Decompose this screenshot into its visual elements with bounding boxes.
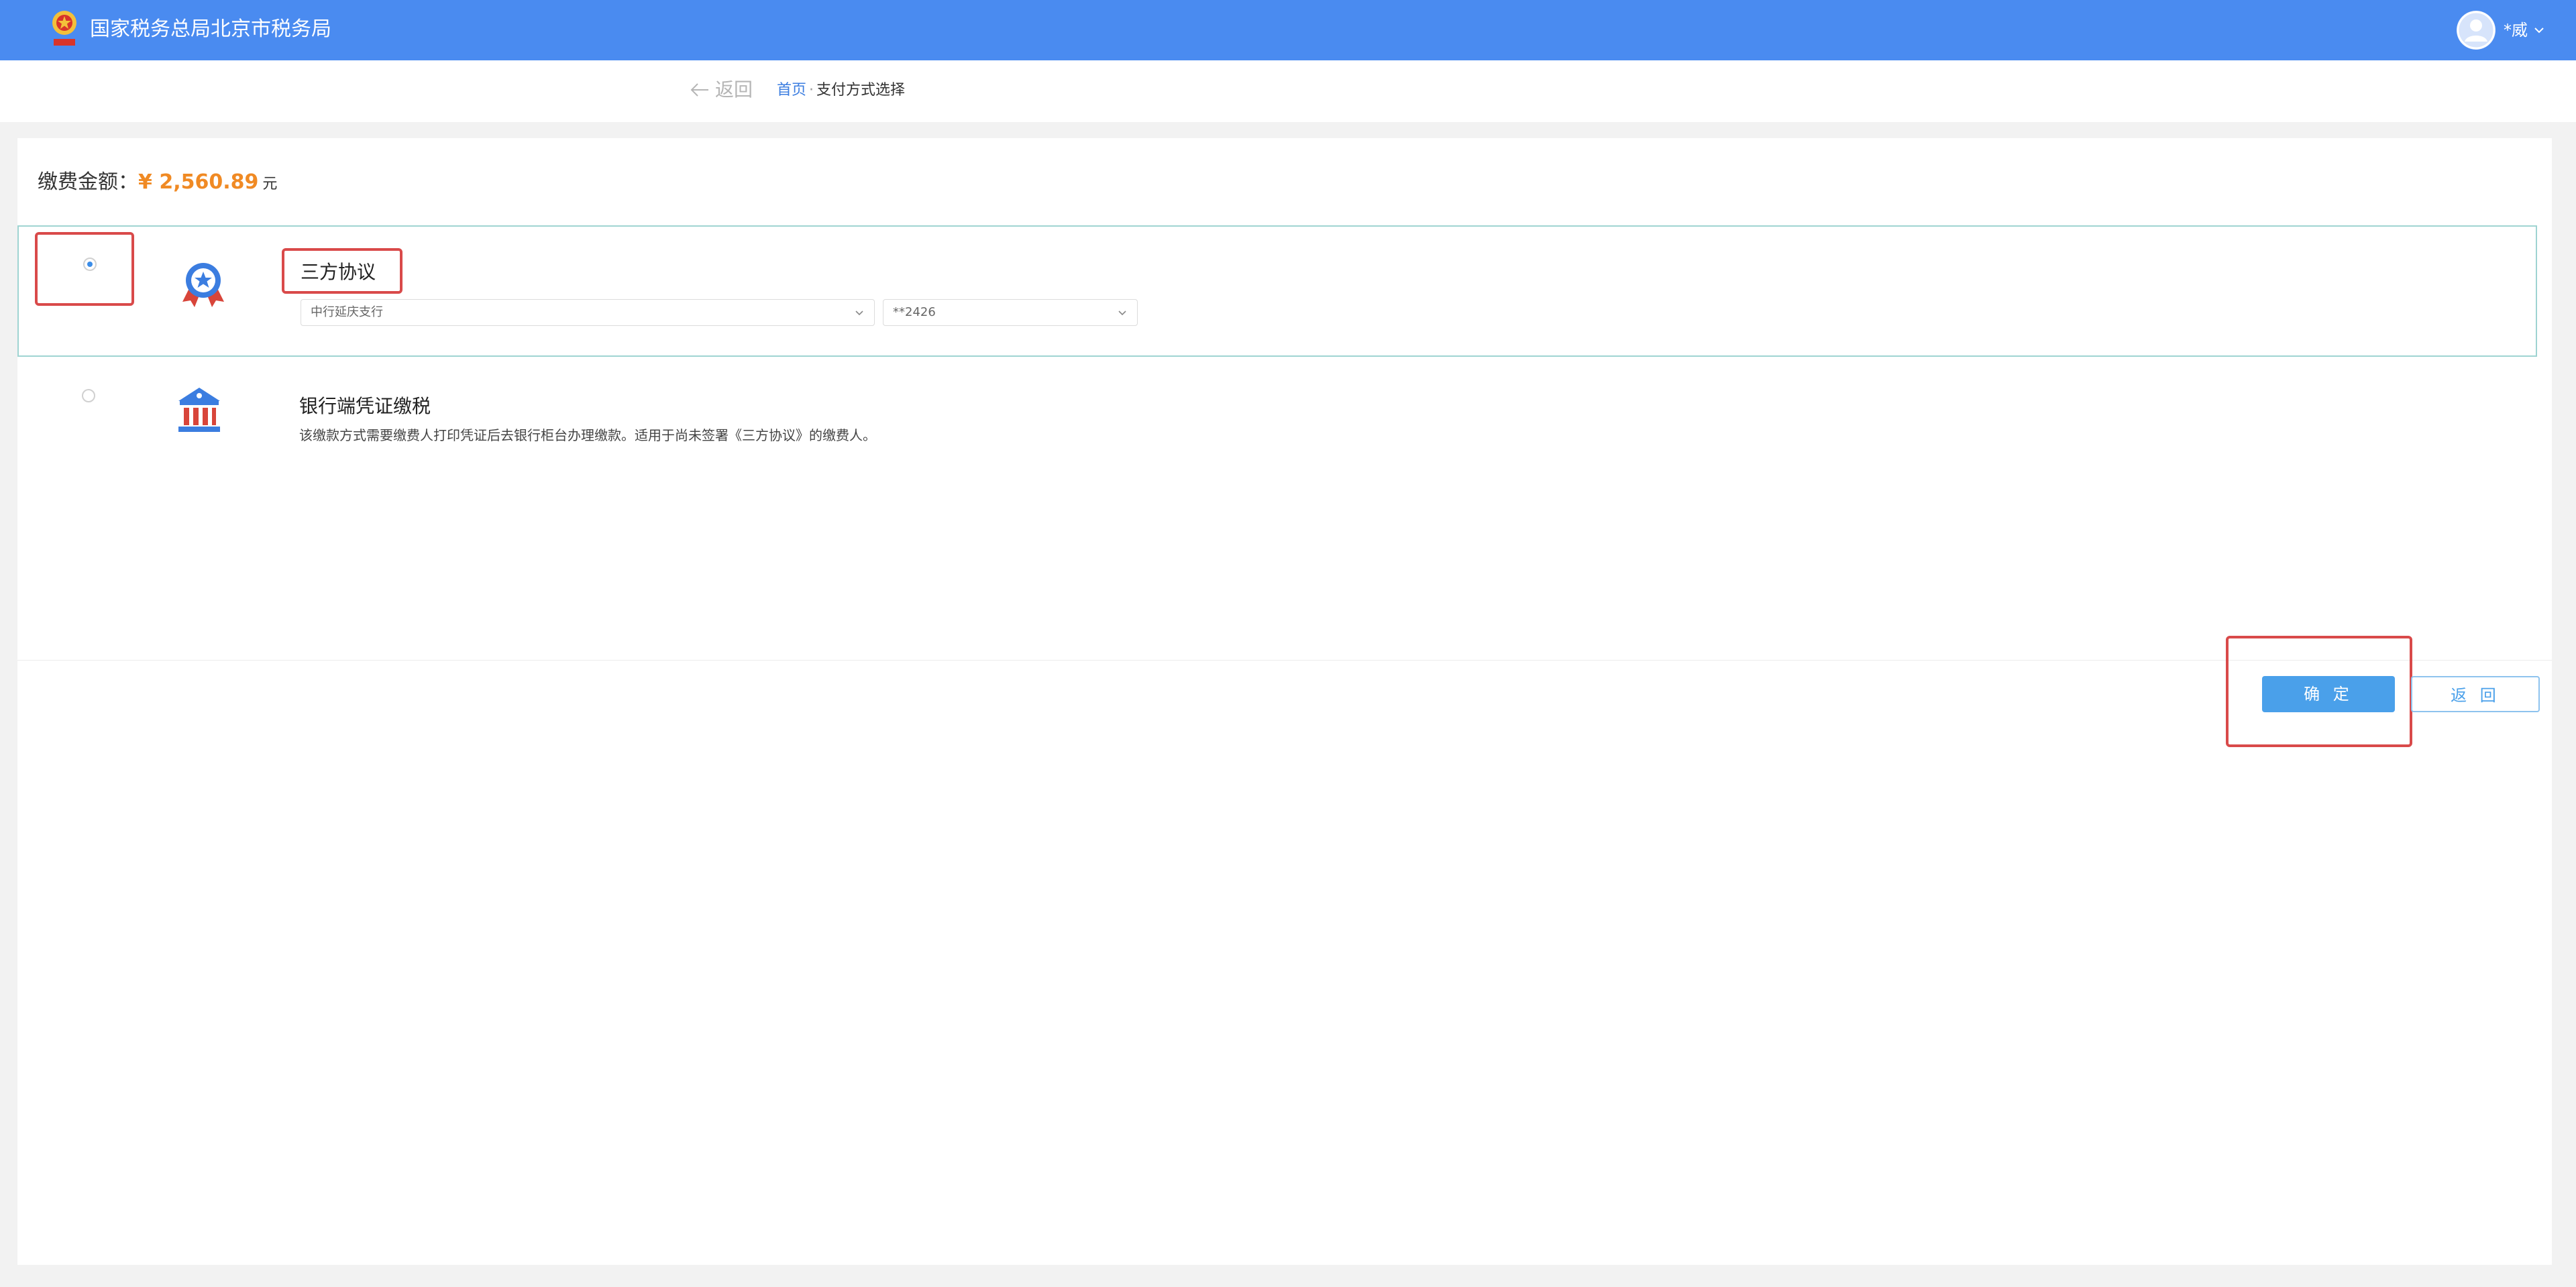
option-description-bank-voucher: 该缴款方式需要缴费人打印凭证后去银行柜台办理缴款。适用于尚未签署《三方协议》的缴… bbox=[299, 427, 876, 443]
account-select[interactable]: **2426 bbox=[883, 299, 1138, 326]
payment-panel: 缴费金额：¥ 2,560.89 元 三方协议 中行延庆支行 **2426 银行端… bbox=[17, 138, 2552, 1265]
highlight-radio bbox=[35, 232, 134, 306]
divider bbox=[17, 660, 2552, 661]
chevron-down-icon bbox=[1118, 311, 1126, 316]
site-title[interactable]: 国家税务总局北京市税务局 bbox=[90, 15, 331, 44]
tax-emblem-icon bbox=[52, 11, 76, 46]
payment-option-bank-voucher[interactable]: 银行端凭证缴税 该缴款方式需要缴费人打印凭证后去银行柜台办理缴款。适用于尚未签署… bbox=[17, 358, 2537, 490]
bank-select-value: 中行延庆支行 bbox=[311, 305, 383, 319]
top-header: 国家税务总局北京市税务局 *威 bbox=[0, 0, 2576, 60]
bank-building-icon bbox=[178, 388, 220, 432]
back-button[interactable]: 返 回 bbox=[2411, 676, 2540, 712]
breadcrumb-current: 支付方式选择 bbox=[816, 82, 906, 99]
back-link-label: 返回 bbox=[715, 78, 753, 101]
amount-label: 缴费金额： bbox=[38, 170, 138, 194]
chevron-down-icon bbox=[855, 311, 863, 316]
confirm-button[interactable]: 确 定 bbox=[2262, 676, 2395, 712]
highlight-option-title bbox=[282, 248, 402, 294]
radio-bank-voucher[interactable] bbox=[82, 389, 95, 402]
user-avatar-icon[interactable] bbox=[2457, 11, 2496, 50]
option-title-bank-voucher: 银行端凭证缴税 bbox=[299, 395, 431, 417]
breadcrumb-home[interactable]: 首页 bbox=[777, 82, 806, 99]
bank-select[interactable]: 中行延庆支行 bbox=[301, 299, 875, 326]
chevron-down-icon[interactable] bbox=[2533, 24, 2545, 36]
badge-star-icon bbox=[182, 263, 224, 307]
arrow-left-icon bbox=[690, 83, 708, 97]
amount-unit: 元 bbox=[262, 176, 278, 192]
account-select-value: **2426 bbox=[893, 305, 936, 319]
breadcrumb: 首页 · 支付方式选择 bbox=[777, 79, 905, 102]
sub-nav: 返回 首页 · 支付方式选择 bbox=[0, 60, 2576, 122]
payment-amount: 缴费金额：¥ 2,560.89 元 bbox=[38, 168, 277, 199]
back-link[interactable]: 返回 bbox=[690, 76, 753, 103]
breadcrumb-separator: · bbox=[809, 82, 814, 99]
amount-value: ¥ 2,560.89 bbox=[138, 170, 259, 194]
user-name[interactable]: *威 bbox=[2504, 19, 2528, 42]
